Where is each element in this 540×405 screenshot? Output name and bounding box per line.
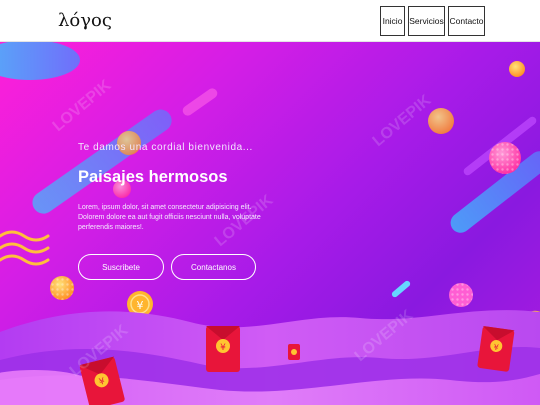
- svg-text:¥: ¥: [220, 343, 226, 353]
- blob-shape: [0, 42, 80, 80]
- main-nav: Inicio Servicios Contacto: [380, 6, 485, 36]
- hero-subtitle: Te damos una cordial bienvenida...: [78, 142, 253, 153]
- hero-banner: ¥ ¥ ¥ ¥ LOVEPIK LOVEPIK LOVEPIK LOVEPIK …: [0, 42, 540, 405]
- red-envelope-icon: [288, 344, 300, 360]
- red-envelope-icon: ¥: [206, 326, 240, 372]
- hero-content: Te damos una cordial bienvenida... Paisa…: [78, 142, 278, 233]
- decor-ball: [428, 108, 454, 134]
- hero-title: Paisajes hermosos: [78, 168, 228, 186]
- decor-ball: [449, 283, 473, 307]
- svg-text:¥: ¥: [137, 299, 144, 312]
- red-envelope-icon: ¥: [477, 325, 515, 372]
- nav-link-inicio[interactable]: Inicio: [380, 6, 405, 36]
- wavy-lines: [0, 230, 50, 266]
- svg-text:LOVEPIK: LOVEPIK: [370, 92, 435, 150]
- decor-ball: [509, 61, 525, 77]
- nav-link-servicios[interactable]: Servicios: [408, 6, 445, 36]
- nav-link-contacto[interactable]: Contacto: [448, 6, 485, 36]
- pill-shape: [391, 280, 411, 298]
- svg-text:LOVEPIK: LOVEPIK: [50, 77, 115, 135]
- decor-ball: [489, 142, 521, 174]
- hero-description: Lorem, ipsum dolor, sit amet consectetur…: [78, 204, 261, 231]
- pill-shape: [182, 88, 218, 116]
- navbar: λόγος Inicio Servicios Contacto: [0, 0, 540, 42]
- subscribe-button[interactable]: Suscribete: [78, 254, 164, 280]
- contact-button[interactable]: Contactanos: [171, 254, 256, 280]
- decor-ball: [50, 276, 74, 300]
- site-logo[interactable]: λόγος: [58, 10, 112, 31]
